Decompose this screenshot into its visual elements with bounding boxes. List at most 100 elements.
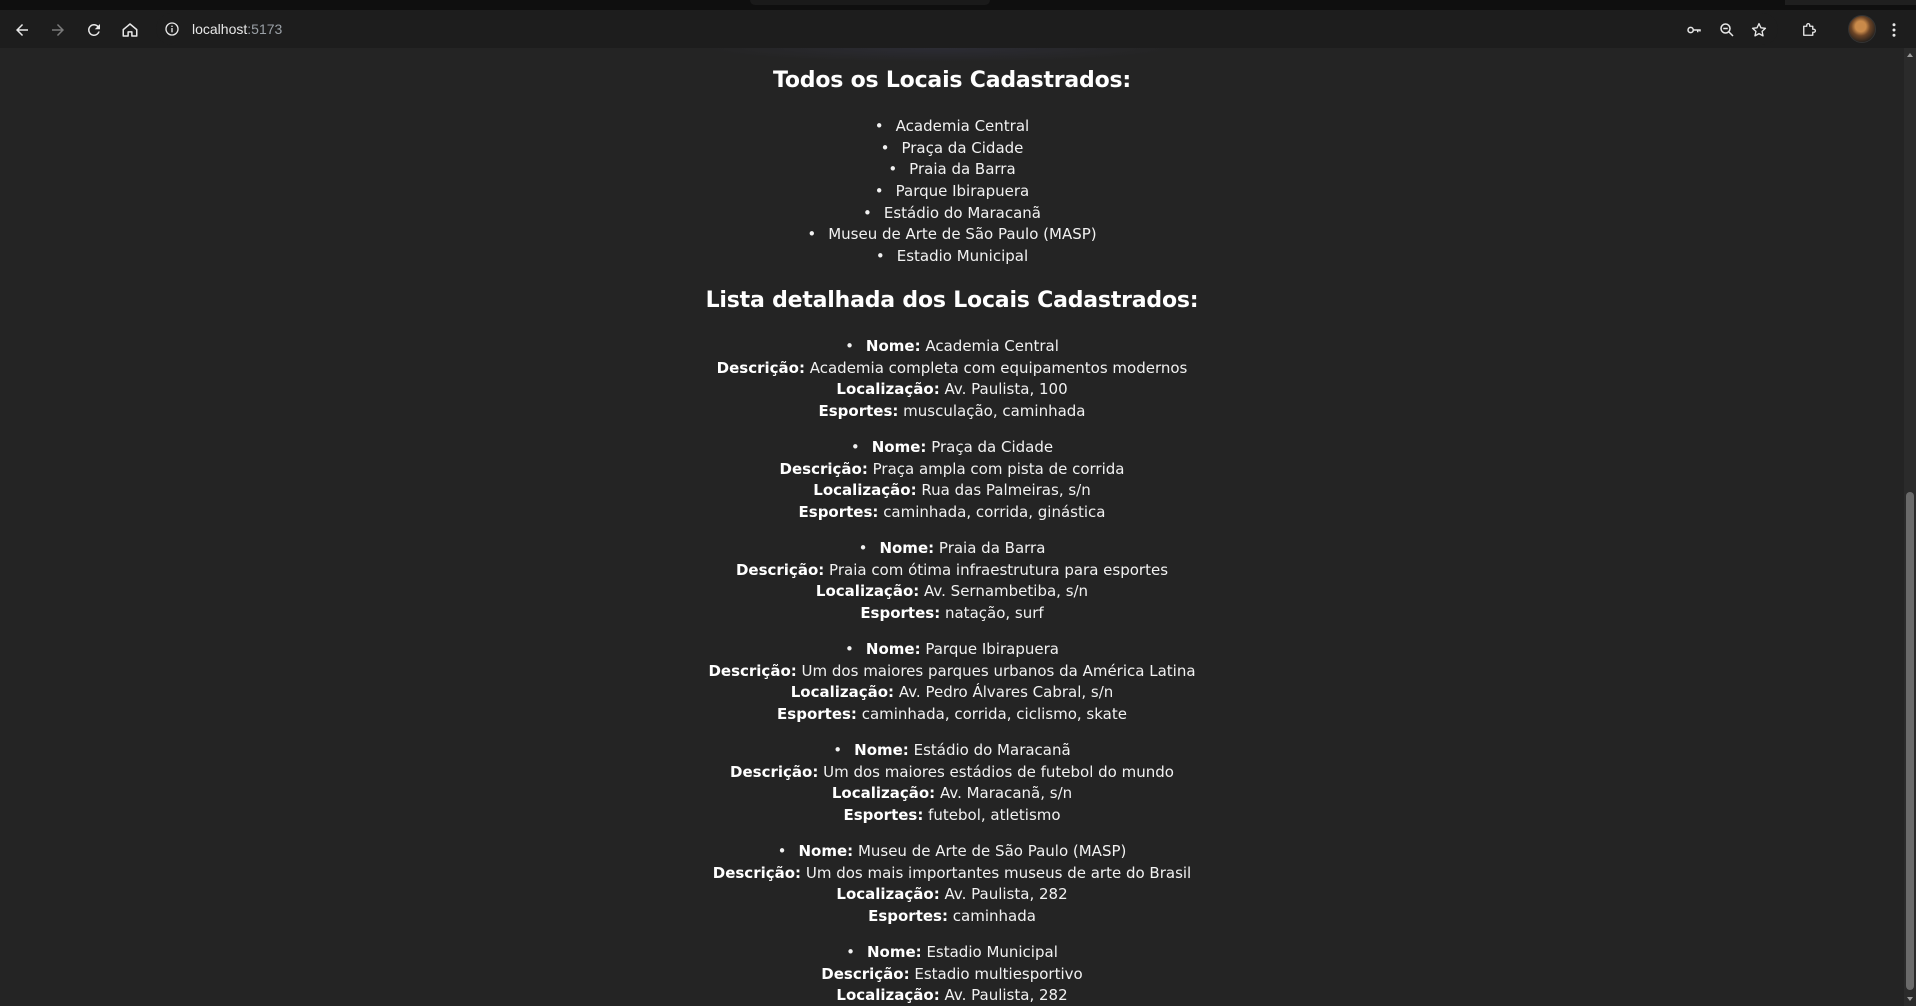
location-sports-line: Esportes: futebol, atletismo [0,805,1904,827]
location-name: Estadio Municipal [926,943,1058,961]
reload-button[interactable] [80,16,108,44]
location-description: Um dos maiores parques urbanos da Améric… [801,661,1196,680]
description-label: Descrição: [730,762,819,781]
site-info-button[interactable] [162,19,182,39]
location-address: Av. Paulista, 100 [944,380,1068,399]
all-locations-title: Todos os Locais Cadastrados: [772,68,1132,93]
password-button[interactable] [1680,16,1708,44]
location-sports: futebol, atletismo [928,806,1061,825]
location-sports: musculação, caminhada [903,402,1086,421]
kebab-menu-icon [1892,23,1896,37]
list-item-text: Praia da Barra [888,160,1015,178]
url-host: localhost [192,21,248,37]
bookmark-button[interactable] [1745,16,1773,44]
scroll-down-arrow[interactable] [1904,992,1916,1006]
menu-button[interactable] [1884,16,1904,44]
location-address: Av. Paulista, 282 [944,986,1068,1005]
location-sports-line: Esportes: caminhada [0,906,1904,928]
location-sports: caminhada [952,907,1036,926]
description-label: Descrição: [779,459,868,478]
location-sports-line: Esportes: caminhada, corrida, ciclismo, … [0,704,1904,726]
location-description-line: Descrição: Um dos mais importantes museu… [0,863,1904,885]
location-label: Localização: [813,481,917,500]
url-text[interactable]: localhost:5173 [192,21,282,37]
list-item: Parque Ibirapuera [0,181,1904,203]
url-port: :5173 [247,21,283,37]
location-address: Av. Maracanã, s/n [939,784,1073,803]
top-glow [700,48,1180,62]
location-name: Museu de Arte de São Paulo (MASP) [857,842,1127,860]
location-sports: caminhada, corrida, ginástica [883,503,1106,522]
back-button[interactable] [8,16,36,44]
list-item: Estádio do Maracanã [0,203,1904,225]
location-name: Estádio do Maracanã [913,741,1071,759]
location-description: Estadio multiesportivo [914,964,1083,983]
scroll-up-arrow[interactable] [1904,48,1916,62]
detailed-list-title: Lista detalhada dos Locais Cadastrados: [705,288,1199,313]
location-sports-line: Esportes: natação, surf [0,603,1904,625]
location-name-line: Nome: Praia da Barra [0,538,1904,560]
location-description: Um dos maiores estádios de futebol do mu… [823,762,1174,781]
name-label: Nome: [866,943,922,961]
sports-label: Esportes: [860,604,941,623]
extensions-button[interactable] [1795,16,1823,44]
location-description: Praia com ótima infraestrutura para espo… [829,560,1169,579]
location-description-line: Descrição: Praça ampla com pista de corr… [0,459,1904,481]
location-label: Localização: [815,582,920,601]
location-sports: natação, surf [944,604,1044,623]
location-card: Nome: Museu de Arte de São Paulo (MASP) … [0,841,1904,942]
info-icon [165,22,179,36]
star-icon [1751,22,1767,37]
location-description: Praça ampla com pista de corrida [872,459,1125,478]
location-card: Nome: Academia Central Descrição: Academ… [0,336,1904,437]
forward-button[interactable] [44,16,72,44]
location-description-line: Descrição: Um dos maiores estádios de fu… [0,762,1904,784]
window-controls-area [1785,0,1916,5]
location-name: Praça da Cidade [931,438,1054,456]
location-name: Praia da Barra [938,539,1046,557]
triangle-down-icon [1907,997,1913,1001]
sports-label: Esportes: [798,503,879,522]
sports-label: Esportes: [818,402,899,421]
address-bar[interactable]: localhost:5173 [156,13,1778,45]
home-button[interactable] [116,16,144,44]
list-item-text: Estadio Municipal [876,247,1028,265]
list-item: Praça da Cidade [0,138,1904,160]
name-label: Nome: [879,539,935,557]
scroll-thumb[interactable] [1906,492,1914,990]
profile-avatar[interactable] [1848,15,1876,43]
zoom-icon [1720,23,1734,37]
location-label: Localização: [790,683,895,702]
detailed-locations-list: Nome: Academia Central Descrição: Academ… [0,336,1904,1006]
list-item: Praia da Barra [0,159,1904,181]
name-label: Nome: [798,842,854,860]
location-name-line: Nome: Parque Ibirapuera [0,639,1904,661]
location-description-line: Descrição: Um dos maiores parques urbano… [0,661,1904,683]
location-name-line: Nome: Museu de Arte de São Paulo (MASP) [0,841,1904,863]
name-label: Nome: [865,640,921,658]
location-name-line: Nome: Praça da Cidade [0,437,1904,459]
location-address-line: Localização: Av. Paulista, 282 [0,884,1904,906]
list-item-text: Parque Ibirapuera [875,182,1029,200]
puzzle-icon [1803,23,1816,36]
sports-label: Esportes: [777,705,857,724]
list-item-text: Praça da Cidade [881,139,1024,157]
location-description: Academia completa com equipamentos moder… [809,358,1188,377]
page-scrollbar[interactable] [1904,48,1916,1006]
location-card: Nome: Praia da Barra Descrição: Praia co… [0,538,1904,639]
location-description-line: Descrição: Estadio multiesportivo [0,964,1904,986]
location-card: Nome: Estadio Municipal Descrição: Estad… [0,942,1904,1006]
description-label: Descrição: [735,560,825,579]
arrow-right-icon [52,24,64,36]
location-address-line: Localização: Av. Maracanã, s/n [0,783,1904,805]
location-description-line: Descrição: Praia com ótima infraestrutur… [0,560,1904,582]
location-sports: caminhada, corrida, ciclismo, skate [861,705,1127,724]
zoom-button[interactable] [1713,16,1741,44]
location-name: Academia Central [925,337,1059,355]
description-label: Descrição: [712,863,802,882]
active-tab[interactable] [750,0,990,5]
name-label: Nome: [865,337,921,355]
location-label: Localização: [836,986,940,1005]
location-description: Um dos mais importantes museus de arte d… [805,863,1192,882]
location-card: Nome: Estádio do Maracanã Descrição: Um … [0,740,1904,841]
